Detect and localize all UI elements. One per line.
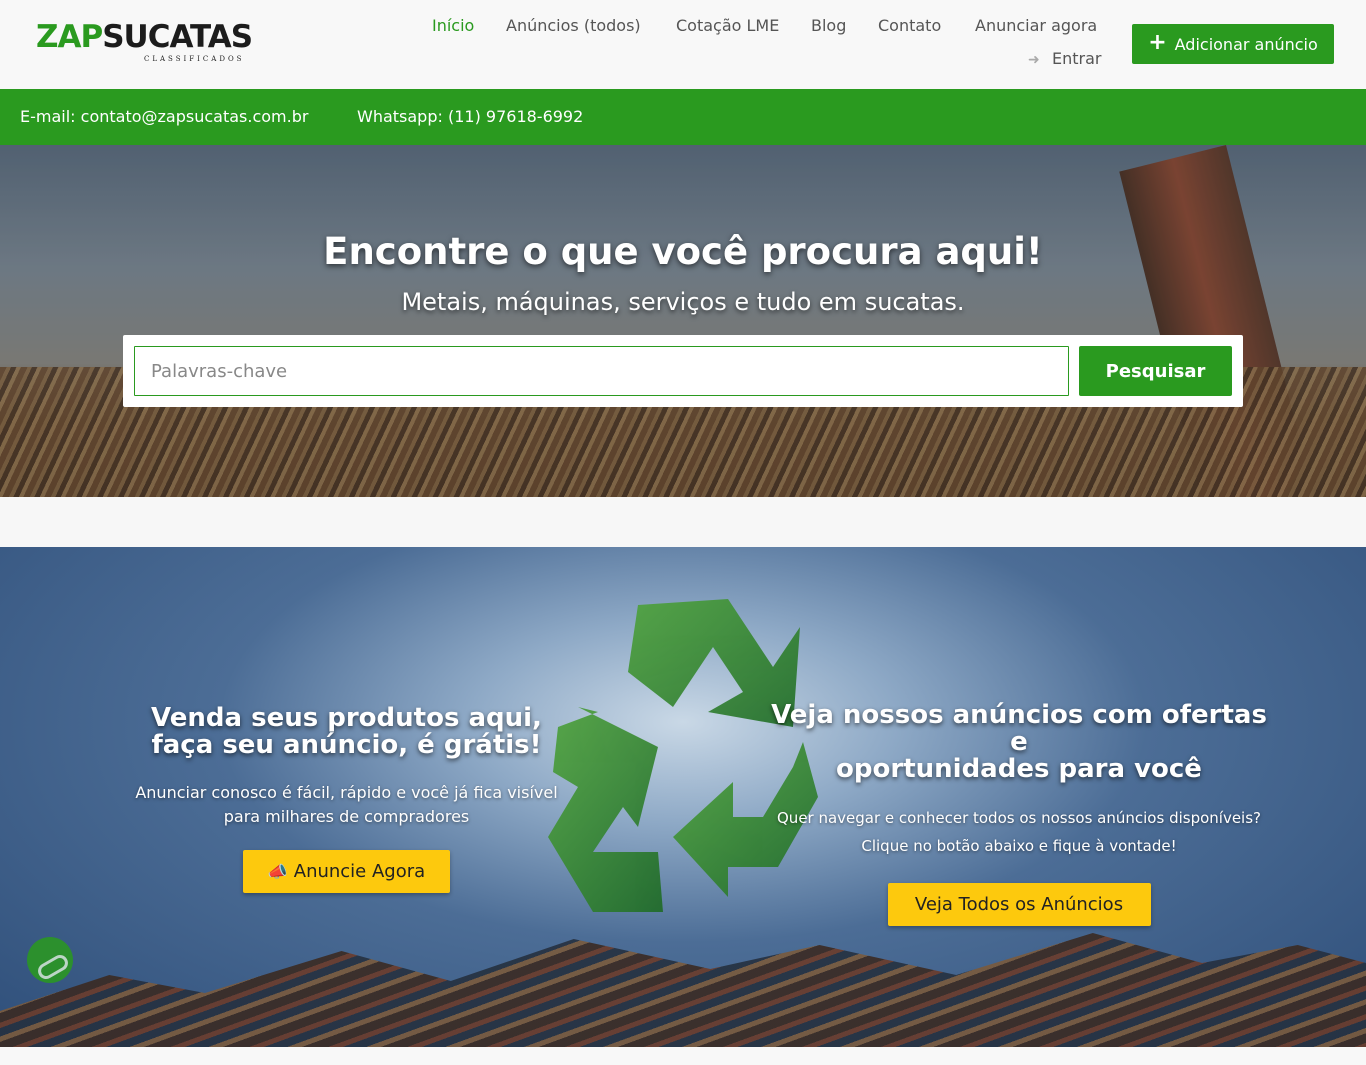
promo-section: Venda seus produtos aqui, faça seu anúnc… — [0, 547, 1366, 1047]
scrap-pile-decoration — [0, 933, 1366, 1047]
hero-overlay — [0, 145, 1366, 497]
contact-email[interactable]: E-mail: contato@zapsucatas.com.br — [20, 107, 308, 126]
hero-title: Encontre o que você procura aqui! — [323, 230, 1043, 273]
announce-now-button[interactable]: 📣 Anuncie Agora — [243, 850, 450, 893]
search-button[interactable]: Pesquisar — [1079, 346, 1232, 396]
announce-now-label: Anuncie Agora — [293, 861, 426, 882]
see-all-listings-label: Veja Todos os Anúncios — [914, 894, 1124, 915]
promo-browse-title-line1: Veja nossos anúncios com ofertas e — [771, 700, 1267, 757]
nav-contato[interactable]: Contato — [878, 16, 941, 35]
promo-sell-block: Venda seus produtos aqui, faça seu anúnc… — [100, 705, 593, 893]
sign-in-icon: ➜ — [1028, 52, 1040, 68]
promo-browse-title-line2: oportunidades para você — [836, 754, 1202, 784]
add-listing-label: Adicionar anúncio — [1174, 34, 1318, 54]
contact-whatsapp[interactable]: Whatsapp: (11) 97618-6992 — [357, 107, 583, 126]
nav-cotacao-lme[interactable]: Cotação LME — [676, 16, 779, 35]
hero-banner: Encontre o que você procura aqui! Metais… — [0, 145, 1366, 497]
login-label: Entrar — [1052, 49, 1102, 68]
promo-browse-text-line2: Clique no botão abaixo e fique à vontade… — [861, 837, 1177, 855]
contact-bar: E-mail: contato@zapsucatas.com.br Whatsa… — [0, 89, 1366, 145]
promo-sell-title-line1: Venda seus produtos aqui, — [151, 703, 542, 733]
promo-sell-title: Venda seus produtos aqui, faça seu anúnc… — [100, 705, 593, 759]
nav-blog[interactable]: Blog — [811, 16, 846, 35]
search-form: Pesquisar — [123, 335, 1243, 407]
promo-sell-text: Anunciar conosco é fácil, rápido e você … — [100, 781, 593, 829]
page-bottom-strip — [0, 1047, 1366, 1065]
promo-sell-title-line2: faça seu anúncio, é grátis! — [151, 730, 542, 760]
promo-browse-text: Quer navegar e conhecer todos os nossos … — [760, 804, 1278, 860]
promo-sell-text-line1: Anunciar conosco é fácil, rápido e você … — [135, 783, 558, 802]
promo-browse-block: Veja nossos anúncios com ofertas e oport… — [760, 702, 1278, 926]
nav-anuncios[interactable]: Anúncios (todos) — [506, 16, 641, 35]
plus-icon: + — [1148, 30, 1167, 55]
logo-tagline: CLASSIFICADOS — [144, 55, 245, 63]
login-link[interactable]: ➜ Entrar — [1028, 49, 1101, 68]
nav-inicio[interactable]: Início — [432, 16, 474, 35]
hero-subtitle: Metais, máquinas, serviços e tudo em suc… — [401, 288, 965, 316]
site-header: ZAPSUCATAS CLASSIFICADOS Início Anúncios… — [0, 0, 1366, 89]
promo-browse-title: Veja nossos anúncios com ofertas e oport… — [760, 702, 1278, 783]
promo-sell-text-line2: para milhares de compradores — [223, 807, 470, 826]
nav-anunciar-agora[interactable]: Anunciar agora — [975, 16, 1097, 35]
see-all-listings-button[interactable]: Veja Todos os Anúncios — [887, 883, 1151, 926]
megaphone-icon: 📣 — [267, 862, 288, 881]
search-input[interactable] — [134, 346, 1069, 396]
add-listing-button[interactable]: + Adicionar anúncio — [1132, 24, 1334, 64]
promo-browse-text-line1: Quer navegar e conhecer todos os nossos … — [777, 809, 1261, 827]
floating-badge-icon[interactable] — [27, 937, 73, 983]
